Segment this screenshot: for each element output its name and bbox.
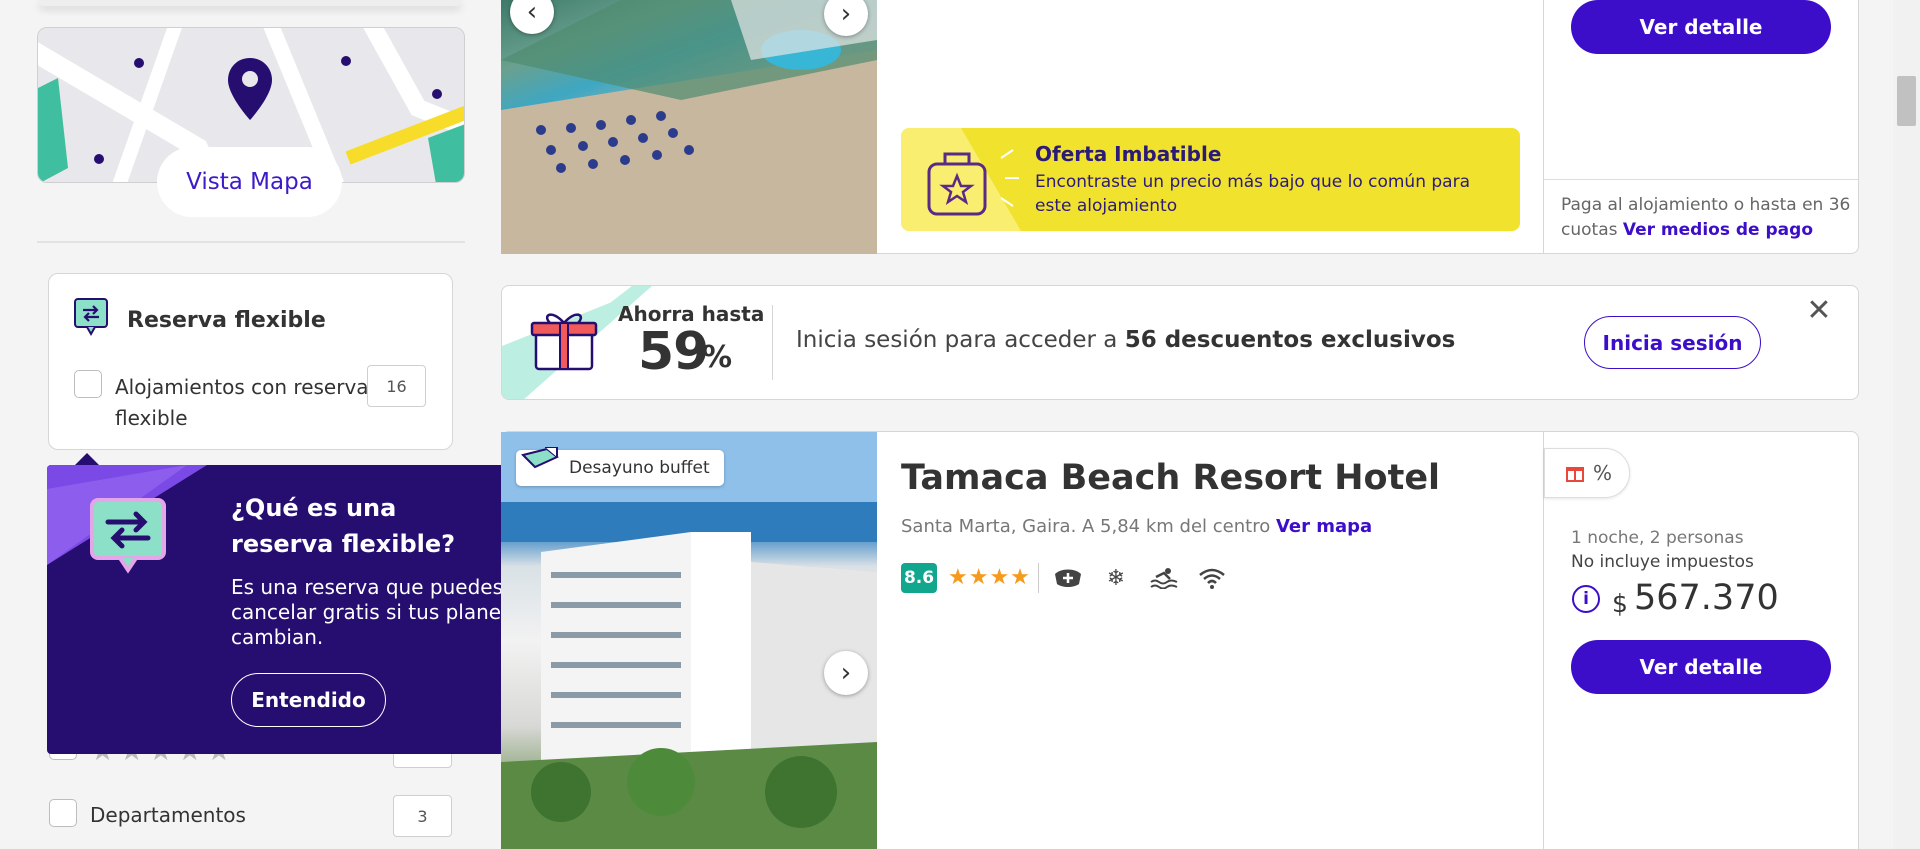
flexible-booking-icon bbox=[74, 298, 108, 337]
air-conditioning-icon: ❄ bbox=[1106, 565, 1126, 591]
amenities-divider bbox=[1038, 563, 1039, 593]
flexible-option-label[interactable]: Alojamientos con reserva flexible bbox=[115, 372, 370, 434]
scrollbar-thumb[interactable] bbox=[1897, 76, 1916, 126]
beach-photo-detail bbox=[501, 0, 877, 254]
hotel-photo-detail bbox=[501, 432, 877, 849]
banner-message: Inicia sesión para acceder a 56 descuent… bbox=[796, 327, 1455, 353]
banner-close-icon[interactable]: ✕ bbox=[1805, 296, 1833, 326]
offer-text: Encontraste un precio más bajo que lo co… bbox=[1035, 172, 1470, 216]
hotel-2-stars: ★★★★ bbox=[948, 565, 1031, 590]
departamentos-count: 3 bbox=[393, 795, 452, 837]
payment-methods-link[interactable]: Ver medios de pago bbox=[1623, 220, 1813, 240]
taxes-note: No incluye impuestos bbox=[1571, 552, 1754, 572]
hotel-2-location: Santa Marta, Gaira. A 5,84 km del centro… bbox=[901, 516, 1372, 537]
hotel-2-map-link[interactable]: Ver mapa bbox=[1276, 516, 1372, 537]
save-unit: % bbox=[702, 340, 733, 375]
breakfast-icon bbox=[521, 447, 559, 469]
hotel-2-photo[interactable] bbox=[501, 432, 877, 849]
flexible-booking-large-icon bbox=[90, 498, 166, 574]
price-currency: $ bbox=[1612, 589, 1628, 618]
offer-title: Oferta Imbatible bbox=[1035, 142, 1222, 166]
banner-message-text: Inicia sesión para acceder a bbox=[796, 327, 1118, 353]
wifi-icon bbox=[1196, 562, 1228, 594]
map-view-button[interactable]: Vista Mapa bbox=[157, 147, 342, 217]
tooltip-understood-button[interactable]: Entendido bbox=[231, 673, 386, 727]
gift-icon bbox=[530, 313, 598, 371]
save-value: 59 bbox=[638, 322, 709, 382]
departamentos-label[interactable]: Departamentos bbox=[90, 803, 246, 827]
hotel-2-price: 567.370 bbox=[1634, 578, 1779, 618]
flexible-checkbox[interactable] bbox=[74, 370, 102, 398]
departamentos-checkbox[interactable] bbox=[49, 799, 77, 827]
hotel-1-photo[interactable] bbox=[501, 0, 877, 254]
page-scrollbar[interactable] bbox=[1893, 0, 1920, 849]
hotel-2-name[interactable]: Tamaca Beach Resort Hotel bbox=[901, 458, 1440, 498]
sidebar-top-card bbox=[38, 0, 462, 6]
flexible-count: 16 bbox=[367, 365, 426, 407]
hotel-2-next-arrow[interactable]: › bbox=[824, 651, 868, 695]
hotel-2-detail-button[interactable]: Ver detalle bbox=[1571, 640, 1831, 694]
discount-gift-tab[interactable]: % bbox=[1544, 448, 1630, 498]
hotel-2-score: 8.6 bbox=[901, 563, 937, 593]
banner-divider bbox=[772, 305, 773, 380]
flexible-filter-title: Reserva flexible bbox=[127, 308, 326, 333]
card-1-price-divider bbox=[1544, 179, 1858, 180]
gift-percent: % bbox=[1593, 461, 1613, 485]
tooltip-text: Es una reserva que puedes cancelar grati… bbox=[231, 575, 512, 649]
payment-info: Paga al alojamiento o hasta en 36 cuotas… bbox=[1561, 193, 1861, 243]
banner-message-highlight: 56 descuentos exclusivos bbox=[1124, 327, 1456, 353]
tooltip-title: ¿Qué es una reserva flexible? bbox=[231, 494, 456, 558]
map-pin-icon bbox=[228, 58, 272, 120]
info-icon[interactable]: i bbox=[1572, 585, 1600, 613]
hotel-2-location-text: Santa Marta, Gaira. A 5,84 km del centro bbox=[901, 516, 1271, 537]
card-1-divider bbox=[1543, 0, 1544, 254]
gift-small-icon bbox=[1566, 467, 1584, 482]
hotel-1-detail-button[interactable]: Ver detalle bbox=[1571, 0, 1831, 54]
login-button[interactable]: Inicia sesión bbox=[1584, 316, 1761, 369]
health-protocol-icon bbox=[1052, 562, 1084, 594]
divider bbox=[37, 241, 465, 243]
pool-icon bbox=[1148, 562, 1180, 594]
stay-summary: 1 noche, 2 personas bbox=[1571, 528, 1744, 548]
